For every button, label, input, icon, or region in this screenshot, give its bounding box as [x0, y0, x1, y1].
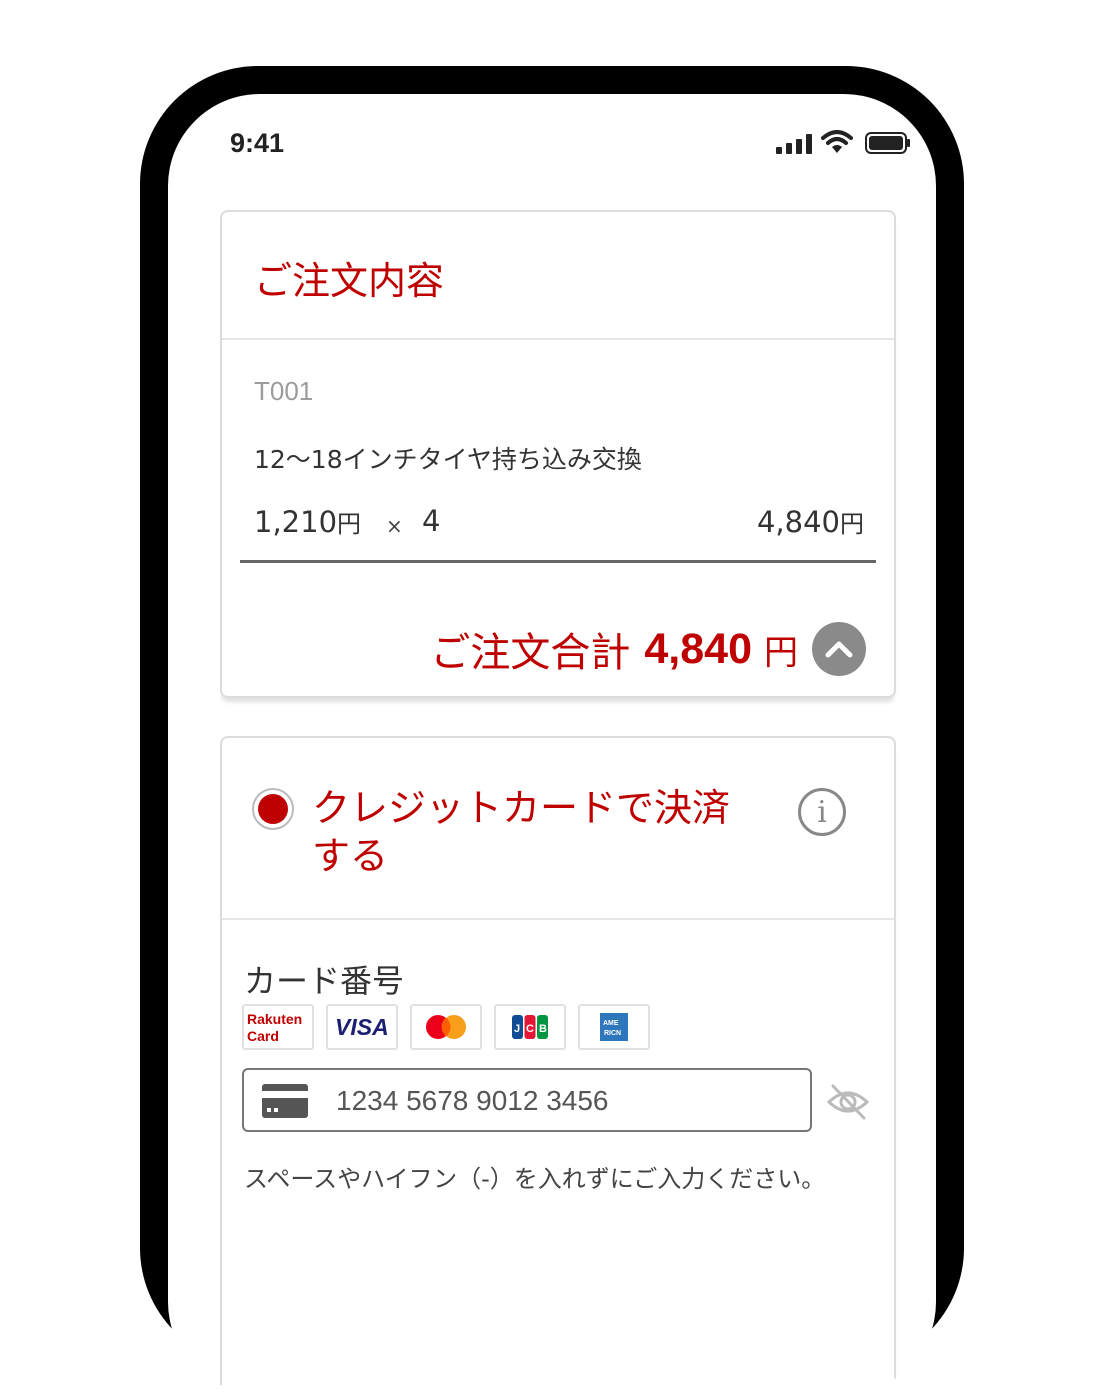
item-quantity: 4 — [422, 504, 441, 538]
svg-text:AME: AME — [603, 1020, 619, 1027]
svg-text:B: B — [539, 1023, 547, 1035]
svg-text:C: C — [526, 1023, 534, 1035]
payment-method-label[interactable]: クレジットカードで決済する — [312, 784, 752, 880]
svg-text:Card: Card — [247, 1028, 279, 1044]
jcb-logo: J C B — [494, 1004, 566, 1050]
phone-screen: 9:41 ご注文内容 T001 12〜18インチタイヤ持ち込み交換 1,210円… — [168, 94, 936, 1394]
multiply-sign: × — [386, 514, 403, 538]
rakuten-card-logo: Rakuten Card — [242, 1004, 314, 1050]
order-title: ご注文内容 — [254, 259, 445, 303]
item-code: T001 — [254, 376, 314, 406]
card-number-field[interactable] — [242, 1068, 812, 1132]
battery-icon — [865, 132, 910, 154]
info-icon[interactable]: i — [798, 788, 846, 836]
wifi-icon — [821, 130, 853, 153]
svg-text:RICN: RICN — [604, 1030, 621, 1037]
signal-icon — [776, 134, 812, 154]
amex-logo: AME RICN — [578, 1004, 650, 1050]
unit-price-yen: 円 — [337, 510, 362, 538]
svg-text:VISA: VISA — [335, 1014, 389, 1040]
item-name: 12〜18インチタイヤ持ち込み交換 — [254, 445, 642, 474]
collapse-toggle-button[interactable] — [812, 622, 866, 676]
eye-off-icon[interactable] — [826, 1082, 870, 1122]
payment-method-header: クレジットカードで決済する i — [222, 738, 894, 920]
credit-card-icon — [262, 1084, 308, 1118]
payment-card: クレジットカードで決済する i カード番号 Rakuten Card VISA — [220, 736, 896, 1394]
card-number-label: カード番号 — [244, 962, 405, 1000]
total-yen: 円 — [764, 632, 798, 673]
item-unit-price: 1,210円 — [254, 504, 361, 539]
order-total: ご注文合計 4,840 円 — [430, 620, 866, 678]
subtotal-value: 4,840 — [756, 505, 840, 539]
unit-price-value: 1,210 — [254, 505, 338, 539]
status-time: 9:41 — [230, 128, 285, 158]
svg-text:J: J — [514, 1023, 520, 1035]
chevron-up-icon — [825, 641, 853, 658]
svg-text:Rakuten: Rakuten — [247, 1011, 302, 1027]
card-number-input[interactable] — [334, 1080, 798, 1122]
card-number-help-text: スペースやハイフン（-）を入れずにご入力ください。 — [244, 1165, 826, 1193]
mastercard-logo — [410, 1004, 482, 1050]
total-label: ご注文合計 — [430, 630, 631, 676]
radio-selected-dot — [258, 794, 288, 824]
visa-logo: VISA — [326, 1004, 398, 1050]
item-subtotal: 4,840円 — [757, 504, 864, 539]
total-value: 4,840 — [644, 624, 752, 673]
credit-card-radio[interactable] — [252, 788, 294, 830]
card-brands: Rakuten Card VISA J C B AME RICN — [242, 1004, 662, 1050]
order-header: ご注文内容 — [222, 212, 894, 340]
order-summary-card: ご注文内容 T001 12〜18インチタイヤ持ち込み交換 1,210円 × 4 … — [220, 210, 896, 698]
subtotal-yen: 円 — [840, 510, 864, 538]
item-divider — [240, 560, 876, 563]
